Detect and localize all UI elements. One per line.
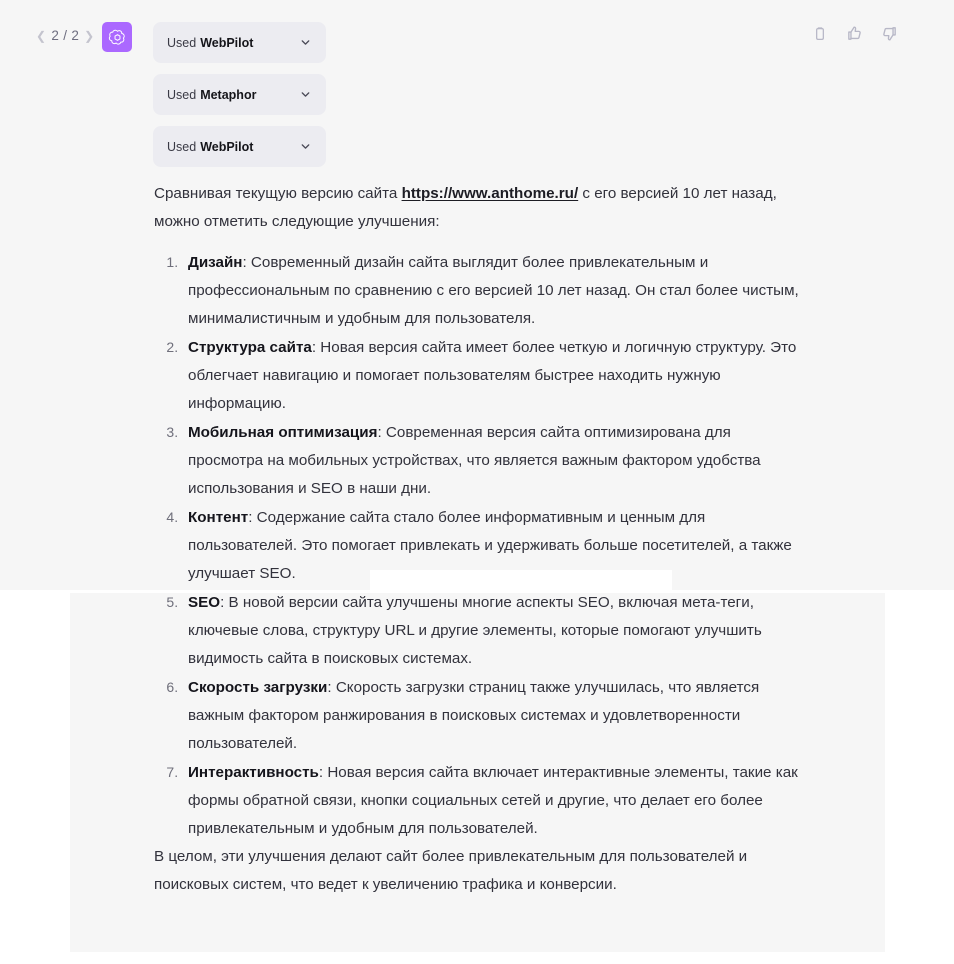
thumbs-up-button[interactable]: [846, 25, 863, 42]
copy-button[interactable]: [812, 26, 828, 42]
plugin-badge-list: Used WebPilot Used Metaphor Used WebPilot: [153, 22, 326, 178]
pagination-count: 2 / 2: [51, 28, 80, 43]
list-item: Структура сайта: Новая версия сайта имее…: [182, 333, 806, 418]
plugin-badge-label: Used WebPilot: [167, 35, 254, 50]
chevron-down-icon[interactable]: [299, 140, 312, 153]
list-item: SEO: В новой версии сайта улучшены многи…: [182, 588, 806, 673]
list-item-term: Структура сайта: [188, 339, 312, 356]
chevron-right-icon[interactable]: ❯: [84, 30, 94, 42]
chevron-left-icon[interactable]: ❮: [36, 30, 46, 42]
message-body: Сравнивая текущую версию сайта https://w…: [154, 180, 806, 911]
list-item: Дизайн: Современный дизайн сайта выгляди…: [182, 248, 806, 333]
bottom-gutter: [0, 952, 954, 964]
list-item-term: Дизайн: [188, 254, 243, 271]
screenshot-seam: [0, 590, 954, 593]
list-item-text: : В новой версии сайта улучшены многие а…: [188, 594, 762, 667]
message-header: ❮ 2 / 2 ❯: [0, 0, 954, 70]
improvements-list: Дизайн: Современный дизайн сайта выгляди…: [154, 248, 806, 843]
thumbs-up-icon: [848, 26, 861, 40]
list-item-term: SEO: [188, 594, 221, 611]
closing-paragraph: В целом, эти улучшения делают сайт более…: [154, 848, 748, 893]
plugin-badge-webpilot-1[interactable]: Used WebPilot: [153, 22, 326, 63]
left-gutter: [0, 590, 70, 964]
thumbs-down-icon: [883, 27, 896, 41]
chevron-down-icon[interactable]: [299, 36, 312, 49]
list-item-term: Интерактивность: [188, 764, 319, 781]
openai-logo-icon: [108, 28, 127, 47]
right-gutter: [885, 590, 954, 964]
clipboard-icon: [816, 26, 824, 40]
list-item-term: Мобильная оптимизация: [188, 424, 378, 441]
intro-paragraph: Сравнивая текущую версию сайта https://w…: [154, 180, 806, 236]
list-item-term: Скорость загрузки: [188, 679, 328, 696]
avatar: [102, 22, 132, 52]
plugin-badge-metaphor[interactable]: Used Metaphor: [153, 74, 326, 115]
intro-text-before-link: Сравнивая текущую версию сайта: [154, 185, 402, 202]
white-overlay-artifact: [370, 570, 672, 592]
response-pagination: ❮ 2 / 2 ❯: [36, 28, 95, 43]
list-item-text: : Современный дизайн сайта выглядит боле…: [188, 254, 799, 327]
anthome-link[interactable]: https://www.anthome.ru/: [402, 185, 579, 202]
plugin-badge-webpilot-2[interactable]: Used WebPilot: [153, 126, 326, 167]
plugin-badge-label: Used WebPilot: [167, 139, 254, 154]
plugin-badge-label: Used Metaphor: [167, 87, 257, 102]
thumbs-down-button[interactable]: [881, 25, 898, 42]
list-item-term: Контент: [188, 509, 249, 526]
list-item: Мобильная оптимизация: Современная верси…: [182, 418, 806, 503]
message-actions: [812, 25, 898, 42]
list-item: Интерактивность: Новая версия сайта вклю…: [182, 758, 806, 843]
chevron-down-icon[interactable]: [299, 88, 312, 101]
list-item: Скорость загрузки: Скорость загрузки стр…: [182, 673, 806, 758]
